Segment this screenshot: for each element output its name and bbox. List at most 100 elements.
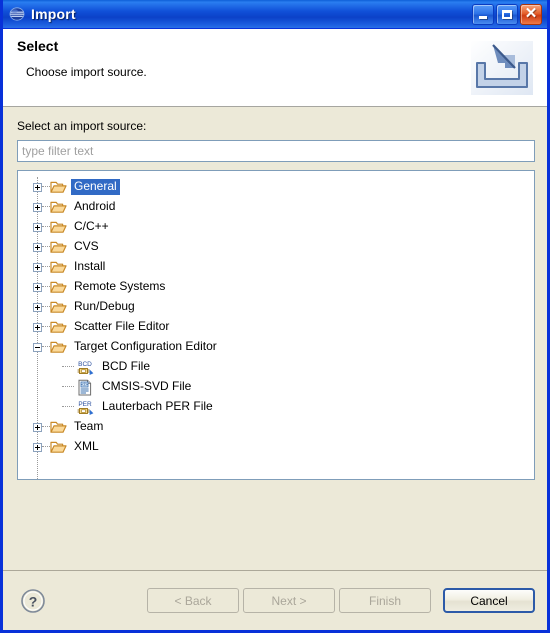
minimize-icon <box>479 16 487 19</box>
tree-connector-line <box>42 426 50 428</box>
tree-item-label: Target Configuration Editor <box>74 339 217 353</box>
tree-item-label: CMSIS-SVD File <box>102 379 192 393</box>
expand-plus-icon[interactable] <box>33 242 42 252</box>
tree-item-label: C/C++ <box>74 219 109 233</box>
tree-item[interactable]: </> CMSIS-SVD File <box>18 377 534 397</box>
tree-connector-line <box>62 406 74 408</box>
folder-icon <box>50 340 67 354</box>
question-mark-help-icon[interactable]: ? <box>19 587 47 615</box>
tree-connector-line <box>42 266 50 268</box>
tree-item-label: Remote Systems <box>74 279 166 293</box>
tree-item[interactable]: PER Lauterbach PER File <box>18 397 534 417</box>
tree-connector-line <box>42 346 50 348</box>
tree-item-label: Run/Debug <box>74 299 135 313</box>
expand-plus-icon[interactable] <box>33 302 42 312</box>
maximize-icon <box>502 9 512 19</box>
tree-item[interactable]: BCD BCD File <box>18 357 534 377</box>
tree-connector-line <box>42 326 50 328</box>
page-title: Select <box>17 38 59 54</box>
tree-item[interactable]: CVS <box>18 237 534 257</box>
import-arrow-tray-icon <box>471 41 533 95</box>
close-button[interactable]: ✕ <box>520 3 542 25</box>
svg-text:PER: PER <box>78 401 92 408</box>
import-source-tree[interactable]: General Android C/C++ CVS Install Remote Syst… <box>17 170 535 480</box>
svg-text:</>: </> <box>81 382 88 387</box>
tree-item[interactable]: XML <box>18 437 534 457</box>
folder-icon <box>50 280 67 294</box>
tree-connector-line <box>42 186 50 188</box>
expand-plus-icon[interactable] <box>33 322 42 332</box>
folder-icon <box>50 200 67 214</box>
expand-plus-icon[interactable] <box>33 442 42 452</box>
maximize-button[interactable] <box>496 3 518 25</box>
wizard-header: Select Choose import source. <box>3 29 547 107</box>
svd-document-icon: </> <box>76 379 94 396</box>
folder-icon <box>50 180 67 194</box>
minimize-button[interactable] <box>472 3 494 25</box>
import-dialog-window: Import ✕ Select Choose import source. Se… <box>0 0 550 633</box>
tree-item-label: CVS <box>74 239 99 253</box>
tree-item[interactable]: C/C++ <box>18 217 534 237</box>
wizard-nav-buttons: < Back Next > Finish Cancel <box>147 588 535 613</box>
tree-connector-line <box>42 246 50 248</box>
import-source-label: Select an import source: <box>17 119 147 133</box>
collapse-minus-icon[interactable] <box>33 342 42 352</box>
folder-icon <box>50 240 67 254</box>
folder-icon <box>50 420 67 434</box>
tree-item[interactable]: Target Configuration Editor <box>18 337 534 357</box>
folder-icon <box>50 260 67 274</box>
folder-icon <box>50 220 67 234</box>
title-bar: Import ✕ <box>3 0 547 29</box>
tree-connector-line <box>62 366 74 368</box>
eclipse-globe-icon <box>9 6 25 22</box>
tree-item[interactable]: Android <box>18 197 534 217</box>
tree-item-label: General <box>71 179 120 195</box>
tree-item-label: Team <box>74 419 104 433</box>
cancel-button[interactable]: Cancel <box>443 588 535 613</box>
tree-connector-line <box>62 386 74 388</box>
expand-plus-icon[interactable] <box>33 182 42 192</box>
tree-item[interactable]: Remote Systems <box>18 277 534 297</box>
tree-item[interactable]: General <box>18 177 534 197</box>
svg-text:?: ? <box>29 593 38 609</box>
expand-plus-icon[interactable] <box>33 282 42 292</box>
dialog-body: Select an import source: General Android C… <box>3 107 547 554</box>
finish-button[interactable]: Finish <box>339 588 431 613</box>
window-controls: ✕ <box>472 3 545 25</box>
page-subtitle: Choose import source. <box>26 65 147 79</box>
next-button[interactable]: Next > <box>243 588 335 613</box>
title-bar-left: Import <box>9 6 472 22</box>
per-file-icon: PER <box>76 399 94 416</box>
tree-item-label: Scatter File Editor <box>74 319 170 333</box>
tree-item-label: Install <box>74 259 106 273</box>
expand-plus-icon[interactable] <box>33 262 42 272</box>
tree-item-label: Android <box>74 199 116 213</box>
tree-item-label: Lauterbach PER File <box>102 399 213 413</box>
close-icon: ✕ <box>524 5 538 22</box>
bcd-file-icon: BCD <box>76 359 94 376</box>
folder-icon <box>50 300 67 314</box>
tree-item-label: XML <box>74 439 99 453</box>
folder-icon <box>50 320 67 334</box>
svg-text:BCD: BCD <box>78 361 92 368</box>
tree-item[interactable]: Run/Debug <box>18 297 534 317</box>
back-button[interactable]: < Back <box>147 588 239 613</box>
expand-plus-icon[interactable] <box>33 422 42 432</box>
folder-icon <box>50 440 67 454</box>
tree-rows: General Android C/C++ CVS Install Remote Syst… <box>18 177 534 457</box>
tree-item[interactable]: Install <box>18 257 534 277</box>
tree-connector-line <box>42 446 50 448</box>
tree-item[interactable]: Scatter File Editor <box>18 317 534 337</box>
tree-connector-line <box>42 286 50 288</box>
expand-plus-icon[interactable] <box>33 222 42 232</box>
filter-input[interactable] <box>17 140 535 162</box>
tree-connector-line <box>42 206 50 208</box>
expand-plus-icon[interactable] <box>33 202 42 212</box>
tree-item[interactable]: Team <box>18 417 534 437</box>
window-title: Import <box>31 6 76 22</box>
tree-connector-line <box>42 306 50 308</box>
tree-connector-line <box>42 226 50 228</box>
